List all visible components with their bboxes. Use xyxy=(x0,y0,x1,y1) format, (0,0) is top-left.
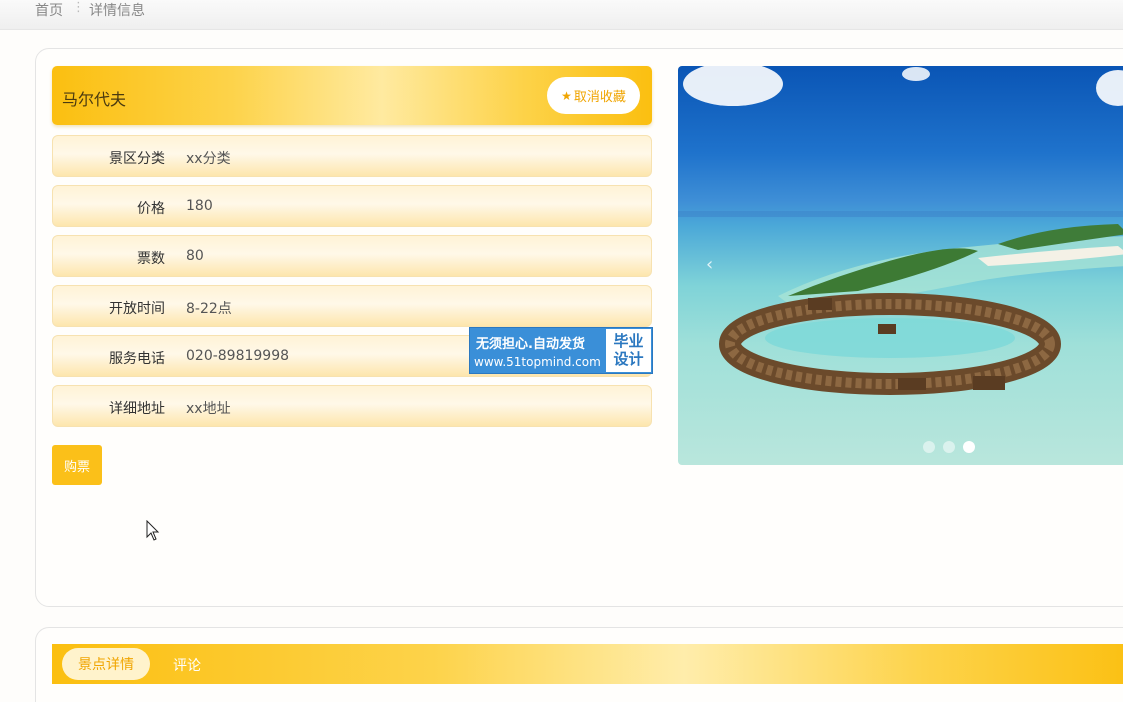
field-value: 80 xyxy=(186,248,204,264)
page-title: 马尔代夫 xyxy=(62,90,127,109)
watermark-badge-line2: 设计 xyxy=(613,350,644,368)
field-label: 详细地址 xyxy=(109,401,165,417)
field-value: 180 xyxy=(186,198,213,214)
breadcrumb-current: 详情信息 xyxy=(89,3,145,19)
watermark-line2: www.51topmind.com xyxy=(474,355,601,369)
field-label: 景区分类 xyxy=(109,151,165,167)
star-icon: ★ xyxy=(561,88,572,103)
field-label: 服务电话 xyxy=(109,351,165,367)
title-bar: 马尔代夫 ★ 取消收藏 xyxy=(52,66,652,125)
tab-bar: 景点详情 评论 xyxy=(52,644,1123,684)
field-label: 票数 xyxy=(137,251,165,267)
image-carousel[interactable]: ‹ xyxy=(678,66,1123,465)
watermark-line1: 无须担心.自动发货 xyxy=(476,337,585,352)
field-label: 价格 xyxy=(137,201,165,217)
info-row-hours: 开放时间 8-22点 xyxy=(52,285,652,327)
carousel-dot[interactable] xyxy=(943,441,955,453)
carousel-dot-active[interactable] xyxy=(963,441,975,453)
watermark-badge-line1: 毕业 xyxy=(613,332,644,350)
tab-attraction-detail[interactable]: 景点详情 xyxy=(62,648,150,680)
chevron-left-icon[interactable]: ‹ xyxy=(706,254,713,275)
unfavorite-button[interactable]: ★ 取消收藏 xyxy=(547,77,640,114)
field-value: 8-22点 xyxy=(186,301,232,317)
watermark-banner: 无须担心.自动发货 www.51topmind.com 毕业 设计 xyxy=(469,327,653,374)
field-value: xx地址 xyxy=(186,401,231,417)
watermark-badge: 毕业 设计 xyxy=(606,329,651,372)
info-row-address: 详细地址 xx地址 xyxy=(52,385,652,427)
breadcrumb-home-link[interactable]: 首页 xyxy=(35,0,63,20)
carousel-image xyxy=(678,66,1123,395)
info-row-tickets: 票数 80 xyxy=(52,235,652,277)
mouse-cursor-icon xyxy=(146,520,160,541)
unfavorite-label: 取消收藏 xyxy=(573,90,626,105)
breadcrumb: 首页 ⋮ 详情信息 xyxy=(0,0,1123,30)
field-label: 开放时间 xyxy=(109,301,165,317)
carousel-dot[interactable] xyxy=(923,441,935,453)
carousel-indicators xyxy=(923,441,975,453)
tab-comments[interactable]: 评论 xyxy=(173,655,201,675)
buy-ticket-button[interactable]: 购票 xyxy=(52,445,102,485)
info-row-price: 价格 180 xyxy=(52,185,652,227)
info-row-category: 景区分类 xx分类 xyxy=(52,135,652,177)
field-value: 020-89819998 xyxy=(186,348,290,364)
breadcrumb-separator: ⋮ xyxy=(72,0,85,15)
field-value: xx分类 xyxy=(186,151,231,167)
